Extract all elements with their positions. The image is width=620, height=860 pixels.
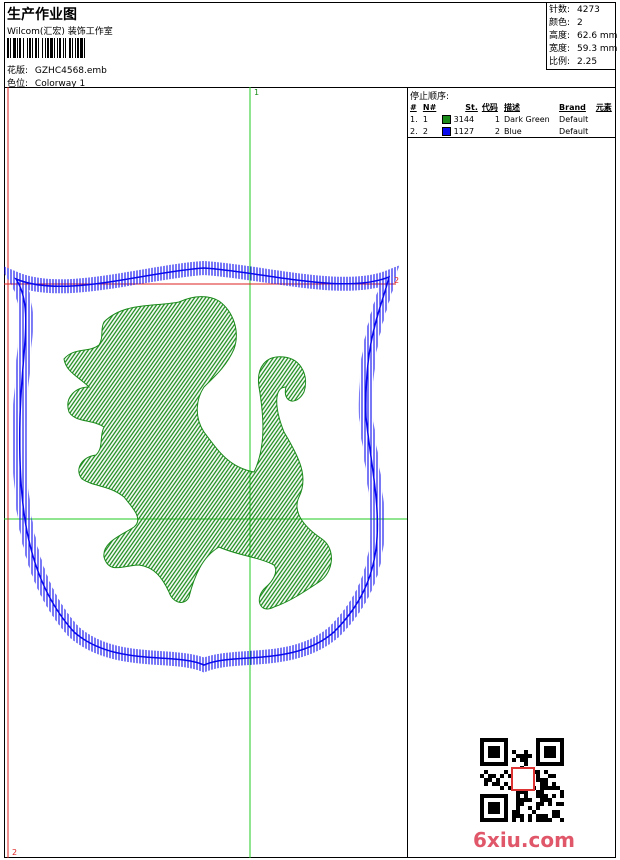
element-type [594, 113, 616, 125]
height-row: 高度: 62.6 mm [549, 30, 618, 43]
side-panel: 停止顺序: # N# St. 代码 描述 Brand 元素 1. 1 3144 … [408, 87, 616, 858]
table-row[interactable]: 1. 1 3144 1 Dark Green Default [408, 113, 616, 125]
color-swatch [442, 126, 452, 136]
lion-emblem [63, 296, 332, 610]
height-label: 高度: [549, 31, 571, 41]
column-header: 代码 [481, 102, 498, 112]
watermark-logo: 6xiu.com [473, 828, 575, 852]
element-type [594, 125, 616, 138]
guide-label-bottom: 2 [12, 848, 17, 857]
column-header: # [410, 102, 417, 112]
stitch-count-label: 针数: [549, 5, 571, 15]
height-value: 62.6 mm [577, 31, 618, 41]
barcode [7, 38, 153, 58]
column-header: Brand [559, 102, 586, 112]
column-header: N# [422, 102, 437, 112]
design-file-row: 花版: GZHC4568.emb [7, 63, 107, 76]
stitch-count: 3144 [453, 114, 475, 124]
stop-sequence-table: # N# St. 代码 描述 Brand 元素 1. 1 3144 1 Dark… [408, 101, 616, 138]
design-canvas[interactable]: 1 2 2 [4, 87, 408, 858]
color-description: Dark Green [503, 114, 550, 124]
width-row: 宽度: 59.3 mm [549, 43, 618, 56]
color-count-label: 颜色: [549, 18, 571, 28]
needle-number: 2 [422, 126, 428, 136]
design-label: 花版: [7, 66, 29, 76]
color-code: 2 [494, 126, 500, 136]
stitch-count-row: 针数: 4273 [549, 4, 616, 17]
barcode-bar [85, 38, 87, 58]
width-label: 宽度: [549, 44, 571, 54]
ratio-value: 2.25 [577, 57, 598, 67]
ratio-label: 比例: [549, 57, 571, 67]
stitch-count: 4273 [577, 5, 600, 15]
guide-label-right: 2 [394, 276, 399, 285]
needle-number: 1 [422, 114, 428, 124]
thread-brand: Default [559, 126, 589, 136]
stitch-cell: 1127 [440, 125, 480, 138]
column-header: St. [465, 102, 478, 112]
design-stats: 针数: 4273 颜色: 2 高度: 62.6 mm 宽度: 59.3 mm 比例: 2.… [546, 2, 618, 70]
embroidery-preview: 1 2 2 [4, 87, 407, 858]
row-number: 2. [410, 126, 418, 136]
header: 生产作业图 Wilcom(汇宏) 装饰工作室 花版: GZHC4568.emb … [4, 2, 618, 89]
row-number: 1. [410, 114, 418, 124]
page-title: 生产作业图 [7, 7, 77, 23]
color-count-row: 颜色: 2 [549, 17, 616, 30]
ratio-row: 比例: 2.25 [549, 56, 616, 69]
stitch-cell: 3144 [440, 113, 480, 125]
studio-subtitle: Wilcom(汇宏) 装饰工作室 [7, 27, 113, 37]
color-count: 2 [577, 18, 583, 28]
guide-label-top: 1 [254, 88, 259, 97]
column-header: 描述 [503, 102, 520, 112]
table-header-row: # N# St. 代码 描述 Brand 元素 [408, 101, 616, 113]
color-code: 1 [494, 114, 500, 124]
table-row[interactable]: 2. 2 1127 2 Blue Default [408, 125, 616, 138]
width-value: 59.3 mm [577, 44, 618, 54]
column-header: 元素 [595, 102, 612, 112]
color-description: Blue [503, 126, 522, 136]
stitch-count: 1127 [453, 126, 475, 136]
design-file-name: GZHC4568.emb [34, 66, 107, 76]
thread-brand: Default [559, 114, 589, 124]
qr-code [480, 738, 566, 822]
color-swatch [442, 114, 452, 124]
